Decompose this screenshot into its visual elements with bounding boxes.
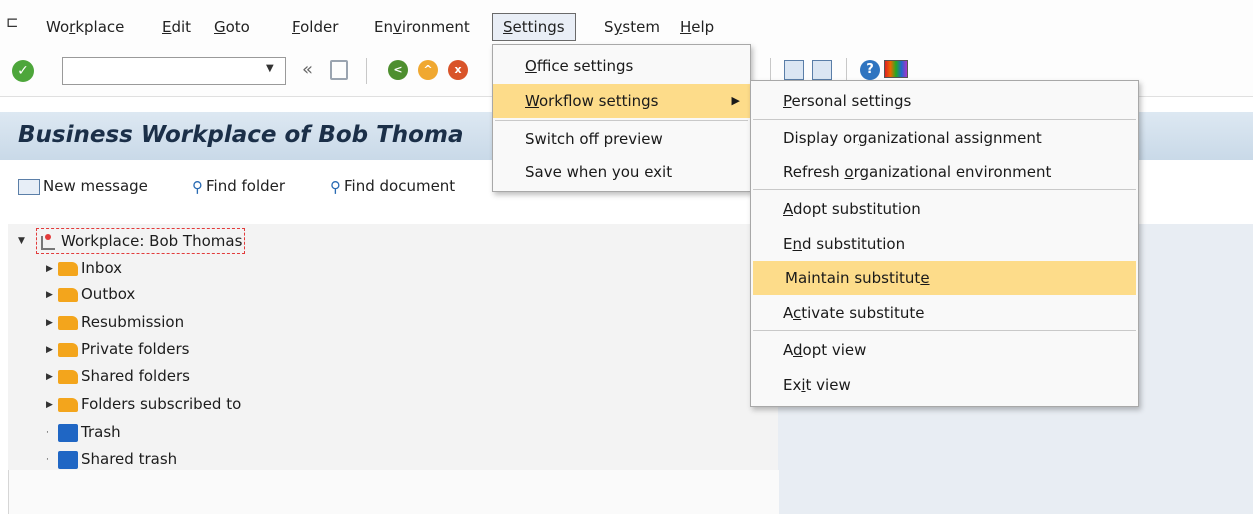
new-message-button[interactable]: New message: [18, 174, 148, 198]
menu-settings[interactable]: Settings: [492, 13, 576, 41]
help-icon[interactable]: ?: [860, 60, 880, 80]
tree-footer-area: [8, 470, 779, 514]
menu-item-switch-off-preview[interactable]: Switch off preview: [493, 122, 750, 156]
tree-item-subscribed-folders[interactable]: ▶ Folders subscribed to: [46, 392, 241, 416]
menu-edit[interactable]: Edit: [162, 16, 191, 38]
menu-folder[interactable]: Folder: [292, 16, 338, 38]
find-document-button[interactable]: ⚲ Find document: [330, 174, 455, 198]
menu-separator: [753, 189, 1136, 190]
find-folder-button[interactable]: ⚲ Find folder: [192, 174, 285, 198]
org-structure-icon: [39, 233, 55, 250]
menu-item-adopt-view[interactable]: Adopt view: [751, 333, 1138, 367]
menu-item-maintain-substitute[interactable]: Maintain substitute: [753, 261, 1136, 295]
tree-root-workplace[interactable]: Workplace: Bob Thomas: [36, 228, 246, 254]
menu-item-office-settings[interactable]: Office settings: [493, 49, 750, 83]
settings-dropdown-menu: Office settings Workflow settings ▶ Switc…: [492, 44, 751, 192]
menu-goto[interactable]: Goto: [214, 16, 250, 38]
tree-item-outbox[interactable]: ▶ Outbox: [46, 282, 135, 306]
save-icon[interactable]: [330, 60, 348, 80]
exit-icon[interactable]: ^: [418, 60, 438, 80]
cancel-icon[interactable]: x: [448, 60, 468, 80]
outbox-folder-icon: [58, 287, 78, 302]
command-dropdown-icon[interactable]: ▼: [266, 63, 274, 74]
menu-item-personal-settings[interactable]: Personal settings: [751, 84, 1138, 118]
page-title: Business Workplace of Bob Thoma: [18, 122, 464, 148]
tree-expand-root[interactable]: ▼: [18, 228, 30, 252]
menu-workplace[interactable]: Workplace: [46, 16, 124, 38]
menu-system[interactable]: System: [604, 16, 660, 38]
menu-separator: [495, 120, 748, 121]
inbox-folder-icon: [58, 261, 78, 276]
toolbar-separator: [366, 58, 367, 84]
command-field[interactable]: [62, 57, 286, 85]
system-menu-icon[interactable]: ⊏: [6, 13, 19, 31]
menu-item-adopt-substitution[interactable]: Adopt substitution: [751, 192, 1138, 226]
layout-icon[interactable]: [784, 60, 804, 80]
window-icon[interactable]: [812, 60, 832, 80]
tree-item-shared-folders[interactable]: ▶ Shared folders: [46, 364, 190, 388]
tree-item-resubmission[interactable]: ▶ Resubmission: [46, 310, 184, 334]
menu-help[interactable]: Help: [680, 16, 714, 38]
private-folder-icon: [58, 342, 78, 357]
new-message-icon: [18, 178, 40, 195]
binoculars-icon: ⚲: [330, 177, 341, 196]
menu-separator: [753, 119, 1136, 120]
color-settings-icon[interactable]: [884, 60, 908, 78]
menu-item-display-org-assignment[interactable]: Display organizational assignment: [751, 121, 1138, 155]
menu-item-save-when-exit[interactable]: Save when you exit: [493, 155, 750, 189]
tree-item-trash[interactable]: · Trash: [46, 420, 121, 444]
menu-item-refresh-org-environment[interactable]: Refresh organizational environment: [751, 155, 1138, 189]
ok-icon[interactable]: ✓: [12, 60, 34, 82]
submenu-arrow-icon: ▶: [731, 94, 740, 107]
collapse-command-icon[interactable]: «: [302, 59, 313, 80]
shared-trash-icon: [58, 450, 78, 469]
resubmission-folder-icon: [58, 315, 78, 330]
tree-item-inbox[interactable]: ▶ Inbox: [46, 256, 122, 280]
menu-item-workflow-settings[interactable]: Workflow settings ▶: [493, 84, 750, 118]
tree-item-private-folders[interactable]: ▶ Private folders: [46, 337, 189, 361]
trash-icon: [58, 423, 78, 442]
menu-item-end-substitution[interactable]: End substitution: [751, 227, 1138, 261]
tree-item-shared-trash[interactable]: · Shared trash: [46, 447, 177, 471]
menu-item-activate-substitute[interactable]: Activate substitute: [751, 296, 1138, 330]
binoculars-icon: ⚲: [192, 177, 203, 196]
menu-environment[interactable]: Environment: [374, 16, 470, 38]
menu-item-exit-view[interactable]: Exit view: [751, 368, 1138, 402]
shared-folder-icon: [58, 369, 78, 384]
menu-separator: [753, 330, 1136, 331]
back-icon[interactable]: <: [388, 60, 408, 80]
workflow-settings-submenu: Personal settings Display organizational…: [750, 80, 1139, 407]
subscribed-folder-icon: [58, 397, 78, 412]
